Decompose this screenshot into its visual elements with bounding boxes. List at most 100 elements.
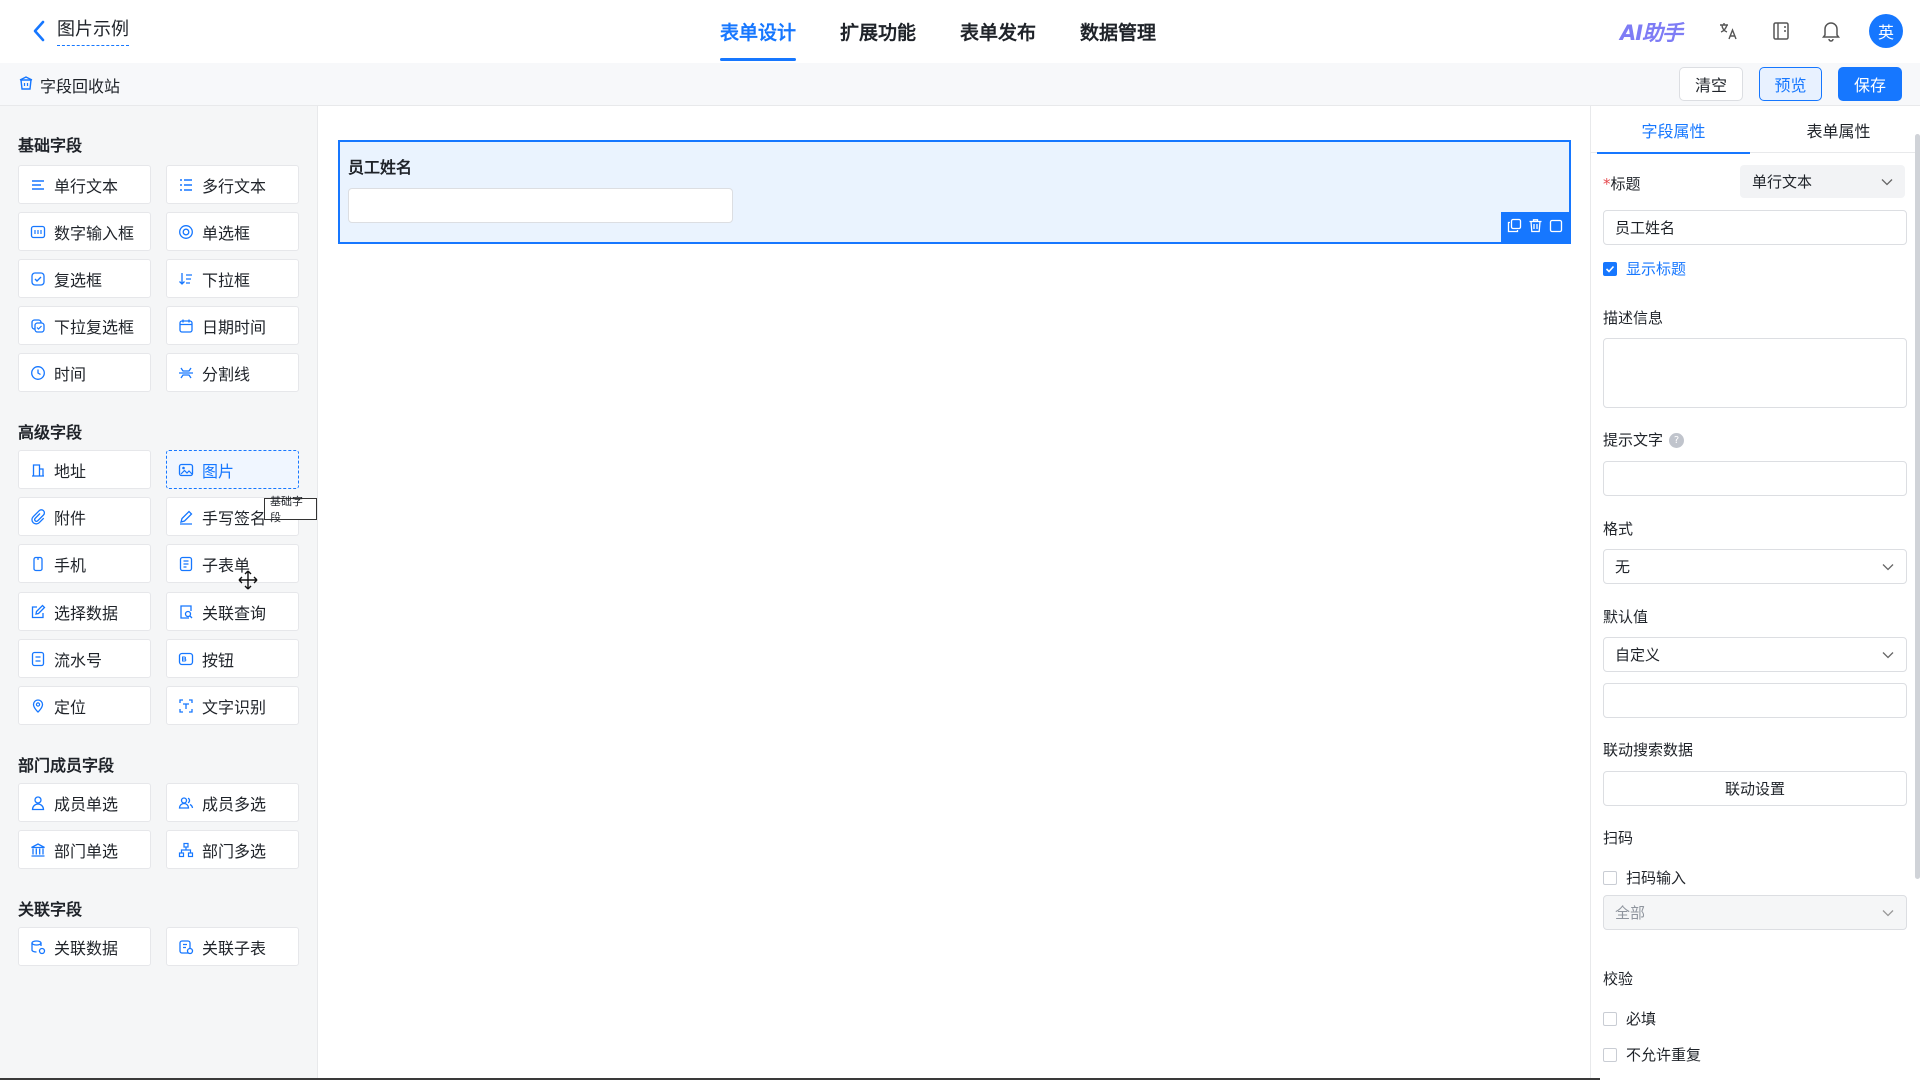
multi-line-text-icon <box>177 176 194 193</box>
tab-form-publish[interactable]: 表单发布 <box>960 0 1036 63</box>
form-field-employee-name[interactable]: 员工姓名 <box>338 140 1571 244</box>
clock-icon <box>29 364 46 381</box>
form-field-input[interactable] <box>348 188 733 223</box>
org-chart-icon <box>177 841 194 858</box>
field-member-multi[interactable]: 成员多选 <box>166 783 299 822</box>
hint-input[interactable] <box>1603 461 1907 496</box>
field-multi-line-text[interactable]: 多行文本 <box>166 165 299 204</box>
select-box-icon[interactable] <box>1549 218 1563 237</box>
field-action-bar <box>1501 212 1569 242</box>
default-value-select[interactable]: 自定义 <box>1603 637 1907 672</box>
field-number-input[interactable]: 数字输入框 <box>18 212 151 251</box>
field-label: 选择数据 <box>54 603 119 623</box>
help-icon: ? <box>1669 433 1685 448</box>
field-dropdown[interactable]: 下拉框 <box>166 259 299 298</box>
field-subform[interactable]: 子表单 <box>166 544 299 583</box>
default-value-input[interactable] <box>1603 683 1907 718</box>
group-title-basic: 基础字段 <box>18 136 83 155</box>
field-serial-number[interactable]: 流水号 <box>18 639 151 678</box>
linkage-settings-button[interactable]: 联动设置 <box>1603 771 1907 806</box>
linkage-label: 联动搜索数据 <box>1603 741 1694 759</box>
field-attachment[interactable]: 附件 <box>18 497 151 536</box>
checkbox-checked-icon <box>1603 261 1617 276</box>
title-type-value: 单行文本 <box>1752 173 1813 191</box>
group-title-department-member: 部门成员字段 <box>18 756 115 775</box>
field-label: 按钮 <box>202 650 235 670</box>
tab-form-design[interactable]: 表单设计 <box>720 0 797 63</box>
field-department-multi[interactable]: 部门多选 <box>166 830 299 869</box>
no-duplicate-label: 不允许重复 <box>1626 1046 1702 1064</box>
phone-icon <box>29 555 46 572</box>
scan-input-label: 扫码输入 <box>1626 869 1687 887</box>
field-divider[interactable]: 分割线 <box>166 353 299 392</box>
field-datetime[interactable]: 日期时间 <box>166 306 299 345</box>
dropdown-icon <box>177 270 194 287</box>
field-label: 附件 <box>54 508 87 528</box>
title-type-select[interactable]: 单行文本 <box>1740 165 1905 198</box>
field-button[interactable]: 按钮 <box>166 639 299 678</box>
scan-input-checkbox[interactable]: 扫码输入 <box>1603 867 1686 888</box>
clear-button[interactable]: 清空 <box>1679 67 1743 101</box>
tab-data-management[interactable]: 数据管理 <box>1080 0 1156 63</box>
field-checkbox[interactable]: 复选框 <box>18 259 151 298</box>
no-duplicate-checkbox[interactable]: 不允许重复 <box>1603 1044 1701 1065</box>
property-panel-scrollbar[interactable] <box>1915 134 1920 879</box>
avatar[interactable]: 英 <box>1869 14 1903 48</box>
translate-icon[interactable] <box>1716 19 1740 43</box>
default-value-label: 默认值 <box>1603 608 1649 626</box>
field-related-subtable[interactable]: 关联子表 <box>166 927 299 966</box>
bell-icon[interactable] <box>1819 19 1843 43</box>
preview-button[interactable]: 预览 <box>1759 67 1822 101</box>
ai-assistant[interactable]: AI助手 <box>1620 17 1683 47</box>
field-single-line-text[interactable]: 单行文本 <box>18 165 151 204</box>
field-label: 部门多选 <box>202 841 267 861</box>
show-title-checkbox[interactable]: 显示标题 <box>1603 258 1686 279</box>
field-label: 文字识别 <box>202 697 267 717</box>
field-radio[interactable]: 单选框 <box>166 212 299 251</box>
field-department-single[interactable]: 部门单选 <box>18 830 151 869</box>
save-button[interactable]: 保存 <box>1838 67 1902 101</box>
required-checkbox[interactable]: 必填 <box>1603 1008 1656 1029</box>
field-label: 定位 <box>54 697 87 717</box>
tab-extensions[interactable]: 扩展功能 <box>840 0 916 63</box>
tab-form-properties[interactable]: 表单属性 <box>1756 106 1920 153</box>
field-mobile[interactable]: 手机 <box>18 544 151 583</box>
field-dropdown-multi[interactable]: 下拉复选框 <box>18 306 151 345</box>
field-linked-query[interactable]: 关联查询 <box>166 592 299 631</box>
field-time[interactable]: 时间 <box>18 353 151 392</box>
description-textarea[interactable] <box>1603 338 1907 408</box>
app-title[interactable]: 图片示例 <box>57 15 129 46</box>
number-icon <box>29 223 46 240</box>
calendar-icon <box>177 317 194 334</box>
book-icon[interactable] <box>1769 19 1793 43</box>
format-select[interactable]: 无 <box>1603 549 1907 584</box>
field-label: 单行文本 <box>54 176 119 196</box>
copy-icon[interactable] <box>1507 218 1522 237</box>
institution-icon <box>29 841 46 858</box>
back-icon[interactable] <box>28 18 50 44</box>
field-label: 下拉框 <box>202 270 251 290</box>
property-panel: 字段属性 表单属性 *标题 单行文本 员工姓名 显示标题 描述信息 提示文字? … <box>1590 106 1920 1080</box>
field-select-data[interactable]: 选择数据 <box>18 592 151 631</box>
tab-field-properties[interactable]: 字段属性 <box>1591 106 1756 154</box>
search-doc-icon <box>177 603 194 620</box>
scan-label: 扫码 <box>1603 829 1634 847</box>
subtable-link-icon <box>177 938 194 955</box>
field-location[interactable]: 定位 <box>18 686 151 725</box>
field-image[interactable]: 图片 <box>166 450 299 489</box>
divider-icon <box>177 364 194 381</box>
field-address[interactable]: 地址 <box>18 450 151 489</box>
field-label: 流水号 <box>54 650 103 670</box>
delete-icon[interactable] <box>1528 218 1543 237</box>
title-label: *标题 <box>1603 175 1641 193</box>
field-member-single[interactable]: 成员单选 <box>18 783 151 822</box>
form-canvas[interactable] <box>319 106 1589 1080</box>
field-ocr[interactable]: 文字识别 <box>166 686 299 725</box>
title-input[interactable]: 员工姓名 <box>1603 210 1907 245</box>
scan-scope-select[interactable]: 全部 <box>1603 895 1907 930</box>
recycle-bin-button[interactable]: 字段回收站 <box>18 73 120 97</box>
group-title-advanced: 高级字段 <box>18 423 83 442</box>
group-title-related: 关联字段 <box>18 900 83 919</box>
field-label: 关联查询 <box>202 603 267 623</box>
field-related-data[interactable]: 关联数据 <box>18 927 151 966</box>
